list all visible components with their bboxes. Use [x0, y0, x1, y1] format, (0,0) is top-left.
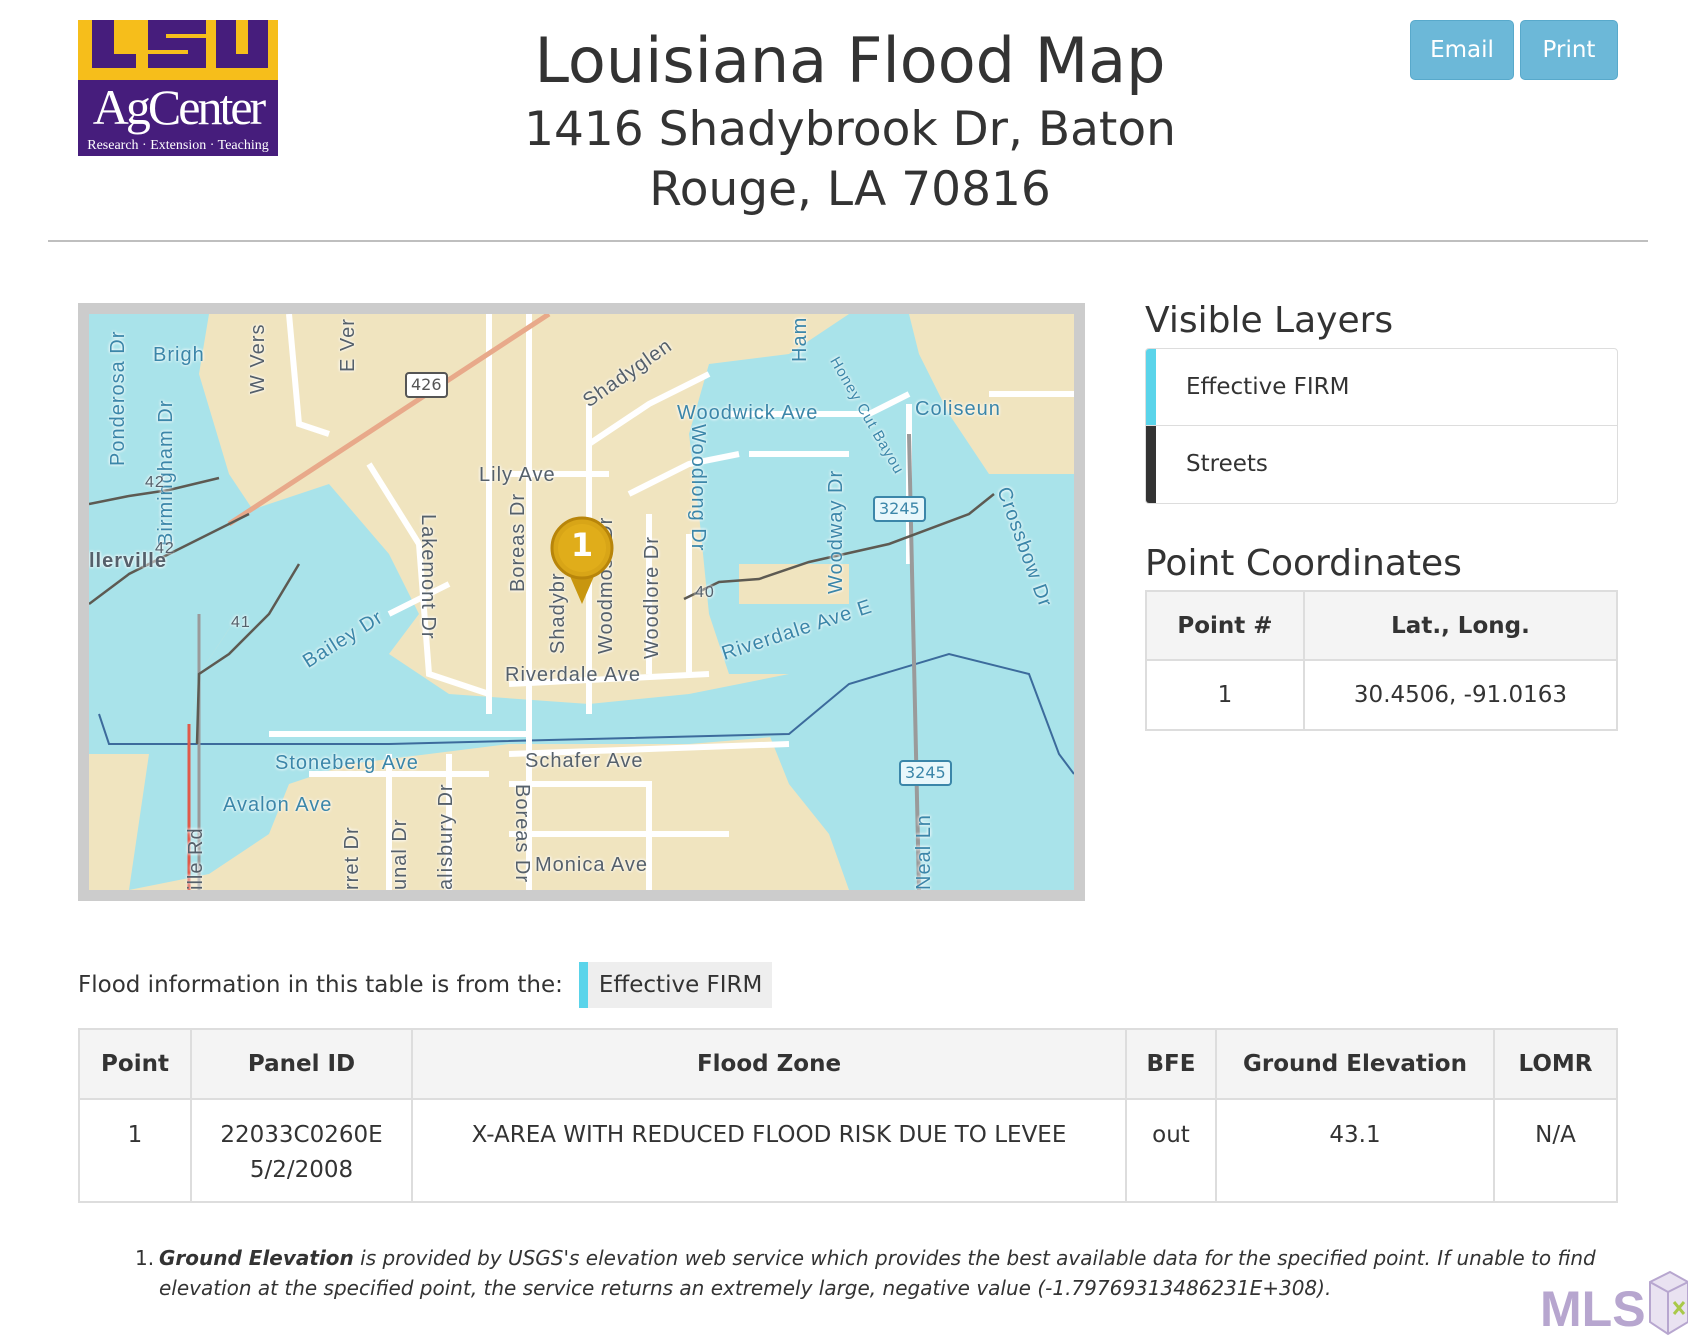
map-label-ponderosa: Ponderosa Dr — [107, 330, 129, 466]
flood-col-panel-id: Panel ID — [190, 1028, 413, 1100]
map-point-marker-label: 1 — [570, 526, 594, 564]
logo-lsu-band — [78, 20, 278, 80]
map-highway-shield-3245-top: 3245 — [873, 496, 926, 522]
layer-item-effective-firm[interactable]: Effective FIRM — [1146, 349, 1617, 426]
map-label-e-ver: E Ver — [337, 318, 359, 372]
footnote-text: is provided by USGS's elevation web serv… — [159, 1246, 1596, 1300]
layer-swatch-effective-firm — [1146, 349, 1156, 425]
map-label-lakemont: Lakemont Dr — [417, 514, 439, 640]
footnote-body: Ground Elevation is provided by USGS's e… — [135, 1243, 1615, 1303]
header-divider — [48, 240, 1648, 242]
flood-cell-lomr: N/A — [1493, 1098, 1618, 1203]
map-label-unal-dr: unal Dr — [389, 818, 411, 890]
map-label-lily: Lily Ave — [479, 464, 556, 486]
flood-cell-flood-zone: X-AREA WITH REDUCED FLOOD RISK DUE TO LE… — [411, 1098, 1127, 1203]
flood-cell-panel: 22033C0260E 5/2/2008 — [190, 1098, 413, 1203]
flood-source-swatch — [578, 962, 588, 1008]
map-label-neal-ln: Neal Ln — [913, 814, 935, 890]
map-label-w-vers: W Vers — [247, 323, 269, 394]
email-button[interactable]: Email — [1410, 20, 1514, 80]
visible-layers-list: Effective FIRM Streets — [1145, 348, 1618, 504]
footnote-number: 1. — [135, 1246, 155, 1270]
visible-layers-heading: Visible Layers — [1145, 300, 1394, 341]
map-highway-shield-426: 426 — [405, 372, 448, 398]
map-label-birmingham: Birmingham Dr — [155, 399, 177, 546]
coords-col-latlong: Lat., Long. — [1303, 590, 1618, 661]
map-highway-shield-3245-bottom: 3245 — [899, 760, 952, 786]
coords-header-row: Point # Lat., Long. — [1145, 590, 1618, 661]
map-label-salisbury-dr: alisbury Dr — [435, 783, 457, 890]
point-coordinates-heading: Point Coordinates — [1145, 543, 1462, 584]
coords-col-point: Point # — [1145, 590, 1305, 661]
flood-col-flood-zone: Flood Zone — [411, 1028, 1127, 1100]
map-label-brigh: Brigh — [153, 344, 205, 366]
layer-item-streets[interactable]: Streets — [1146, 426, 1617, 503]
map-contour-40: 40 — [695, 584, 715, 601]
mls-watermark-logo: MLS — [1540, 1262, 1689, 1342]
logo-agcenter-band: AgCenter Research · Extension · Teaching — [78, 79, 278, 156]
footnote: 1. Ground Elevation is provided by USGS'… — [135, 1243, 1615, 1303]
layer-label-effective-firm: Effective FIRM — [1186, 374, 1350, 400]
map-point-marker[interactable]: 1 — [547, 514, 617, 606]
flood-cell-ground-elevation: 43.1 — [1215, 1098, 1495, 1203]
flood-source-text: Flood information in this table is from … — [78, 972, 563, 998]
map-label-riverdale: Riverdale Ave — [505, 664, 642, 686]
flood-source-badge-label: Effective FIRM — [598, 972, 763, 998]
table-row: 1 30.4506, -91.0163 — [1145, 659, 1618, 731]
map-label-rret-dr: rret Dr — [341, 826, 363, 890]
lsu-agcenter-logo: AgCenter Research · Extension · Teaching — [78, 20, 278, 156]
flood-col-ground-elevation: Ground Elevation — [1215, 1028, 1495, 1100]
address-line-1: 1416 Shadybrook Dr, Baton — [524, 102, 1176, 157]
flood-cell-panel-date: 5/2/2008 — [249, 1157, 354, 1183]
layer-swatch-streets — [1146, 426, 1156, 503]
map-label-woodlore: Woodlore Dr — [641, 536, 663, 659]
table-row: 1 22033C0260E 5/2/2008 X-AREA WITH REDUC… — [78, 1098, 1618, 1203]
map-contour-41: 41 — [231, 614, 251, 631]
title-block: Louisiana Flood Map 1416 Shadybrook Dr, … — [420, 22, 1280, 220]
map-label-monica: Monica Ave — [535, 854, 649, 876]
map-label-ham: Ham — [789, 316, 811, 362]
mls-cube-icon: MLS — [1540, 1270, 1689, 1337]
map-label-boreas-top: Boreas Dr — [507, 492, 529, 592]
map-label-coliseum: Coliseun — [915, 398, 1001, 420]
flood-cell-point: 1 — [78, 1098, 192, 1203]
map-label-woodway: Woodway Dr — [825, 469, 847, 594]
map-contour-42a: 42 — [145, 474, 165, 491]
map-label-schafer: Schafer Ave — [525, 750, 644, 772]
flood-col-lomr: LOMR — [1493, 1028, 1618, 1100]
flood-col-point: Point — [78, 1028, 192, 1100]
flood-header-row: Point Panel ID Flood Zone BFE Ground Ele… — [78, 1028, 1618, 1100]
map-frame: Ponderosa Dr Brigh Birmingham Dr W Vers … — [78, 303, 1085, 901]
map-label-boreas-bottom: Boreas Dr — [511, 784, 533, 884]
flood-col-bfe: BFE — [1125, 1028, 1217, 1100]
map-label-woodwick: Woodwick Ave — [677, 402, 819, 424]
map-label-stoneberg: Stoneberg Ave — [275, 752, 419, 774]
flood-map[interactable]: Ponderosa Dr Brigh Birmingham Dr W Vers … — [89, 314, 1074, 890]
mls-watermark-text: MLS — [1540, 1281, 1646, 1337]
coords-cell-latlong: 30.4506, -91.0163 — [1303, 659, 1618, 731]
flood-source-line: Flood information in this table is from … — [78, 962, 773, 1008]
logo-lsu-letters — [78, 20, 278, 80]
map-label-avalon: Avalon Ave — [223, 794, 333, 816]
point-coordinates-table: Point # Lat., Long. 1 30.4506, -91.0163 — [1145, 590, 1618, 731]
map-contour-42b: 42 — [155, 540, 175, 557]
coords-cell-point: 1 — [1145, 659, 1305, 731]
logo-tagline: Research · Extension · Teaching — [87, 138, 269, 153]
address-line-2: Rouge, LA 70816 — [649, 162, 1051, 217]
flood-cell-panel-id: 22033C0260E — [220, 1122, 383, 1148]
layer-label-streets: Streets — [1186, 451, 1268, 477]
flood-source-badge: Effective FIRM — [578, 962, 773, 1008]
print-button[interactable]: Print — [1520, 20, 1618, 80]
map-label-woodlong: Woodlong Dr — [687, 424, 709, 552]
flood-info-table: Point Panel ID Flood Zone BFE Ground Ele… — [78, 1028, 1618, 1203]
logo-agcenter-text: AgCenter — [92, 79, 266, 135]
map-label-ille-rd: ille Rd — [185, 827, 207, 890]
page-title: Louisiana Flood Map — [534, 24, 1166, 97]
flood-cell-bfe: out — [1125, 1098, 1217, 1203]
footnote-term: Ground Elevation — [159, 1246, 354, 1270]
